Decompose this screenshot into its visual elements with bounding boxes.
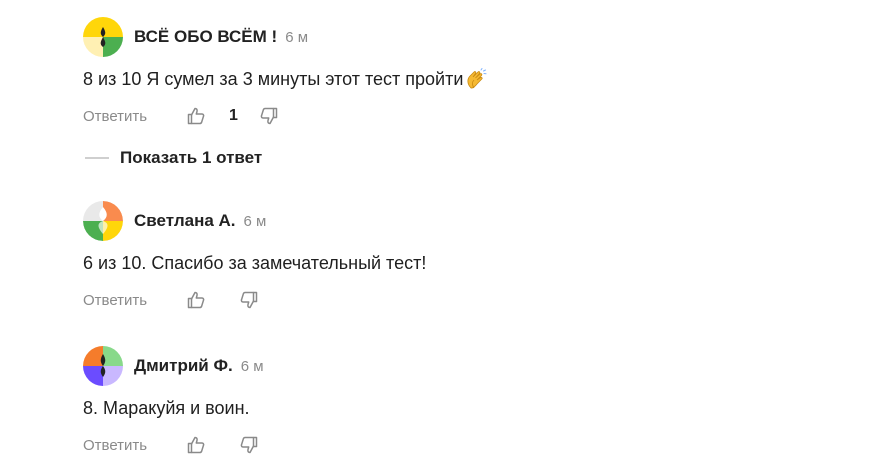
thumbs-down-icon[interactable]	[259, 106, 279, 126]
comment-time: 6 м	[285, 28, 309, 46]
comment-body: 6 из 10. Спасибо за замечательный тест!	[83, 253, 427, 273]
avatar[interactable]	[83, 201, 123, 241]
comment: Светлана А. 6 м 6 из 10. Спасибо за заме…	[83, 201, 843, 312]
comment: Дмитрий Ф. 6 м 8. Маракуйя и воин. Ответ…	[83, 346, 843, 457]
like-count: 1	[229, 107, 238, 124]
comment-actions: Ответить	[83, 288, 843, 312]
reply-button[interactable]: Ответить	[83, 437, 186, 454]
author-name[interactable]: Светлана А.	[134, 211, 236, 231]
comment-time: 6 м	[240, 357, 264, 375]
thumbs-up-icon[interactable]	[186, 290, 206, 310]
clapping-hands-icon	[467, 68, 487, 89]
comment-text: 6 из 10. Спасибо за замечательный тест!	[83, 249, 843, 277]
comment-actions: Ответить 1	[83, 104, 843, 128]
comment-header: ВСЁ ОБО ВСЁМ ! 6 м	[83, 17, 843, 57]
reply-button[interactable]: Ответить	[83, 292, 186, 309]
thumbs-down-icon[interactable]	[239, 435, 259, 455]
divider	[85, 157, 109, 159]
show-replies-label: Показать 1 ответ	[120, 148, 263, 167]
author-name[interactable]: ВСЁ ОБО ВСЁМ !	[134, 27, 277, 47]
comment-header: Дмитрий Ф. 6 м	[83, 346, 843, 386]
comment-text: 8 из 10 Я сумел за 3 минуты этот тест пр…	[83, 65, 843, 93]
comment-text: 8. Маракуйя и воин.	[83, 394, 843, 422]
author-name[interactable]: Дмитрий Ф.	[134, 356, 233, 376]
comment-time: 6 м	[243, 212, 267, 230]
comment-header: Светлана А. 6 м	[83, 201, 843, 241]
thumbs-up-icon[interactable]	[186, 435, 206, 455]
thumbs-up-icon[interactable]	[186, 106, 206, 126]
thumbs-down-icon[interactable]	[239, 290, 259, 310]
show-replies-button[interactable]: Показать 1 ответ	[85, 145, 262, 171]
comment-actions: Ответить	[83, 433, 843, 457]
avatar[interactable]	[83, 17, 123, 57]
comment-body: 8 из 10 Я сумел за 3 минуты этот тест пр…	[83, 69, 464, 89]
avatar[interactable]	[83, 346, 123, 386]
comment-body: 8. Маракуйя и воин.	[83, 398, 250, 418]
comment: ВСЁ ОБО ВСЁМ ! 6 м 8 из 10 Я сумел за 3 …	[83, 17, 843, 128]
reply-button[interactable]: Ответить	[83, 108, 186, 125]
